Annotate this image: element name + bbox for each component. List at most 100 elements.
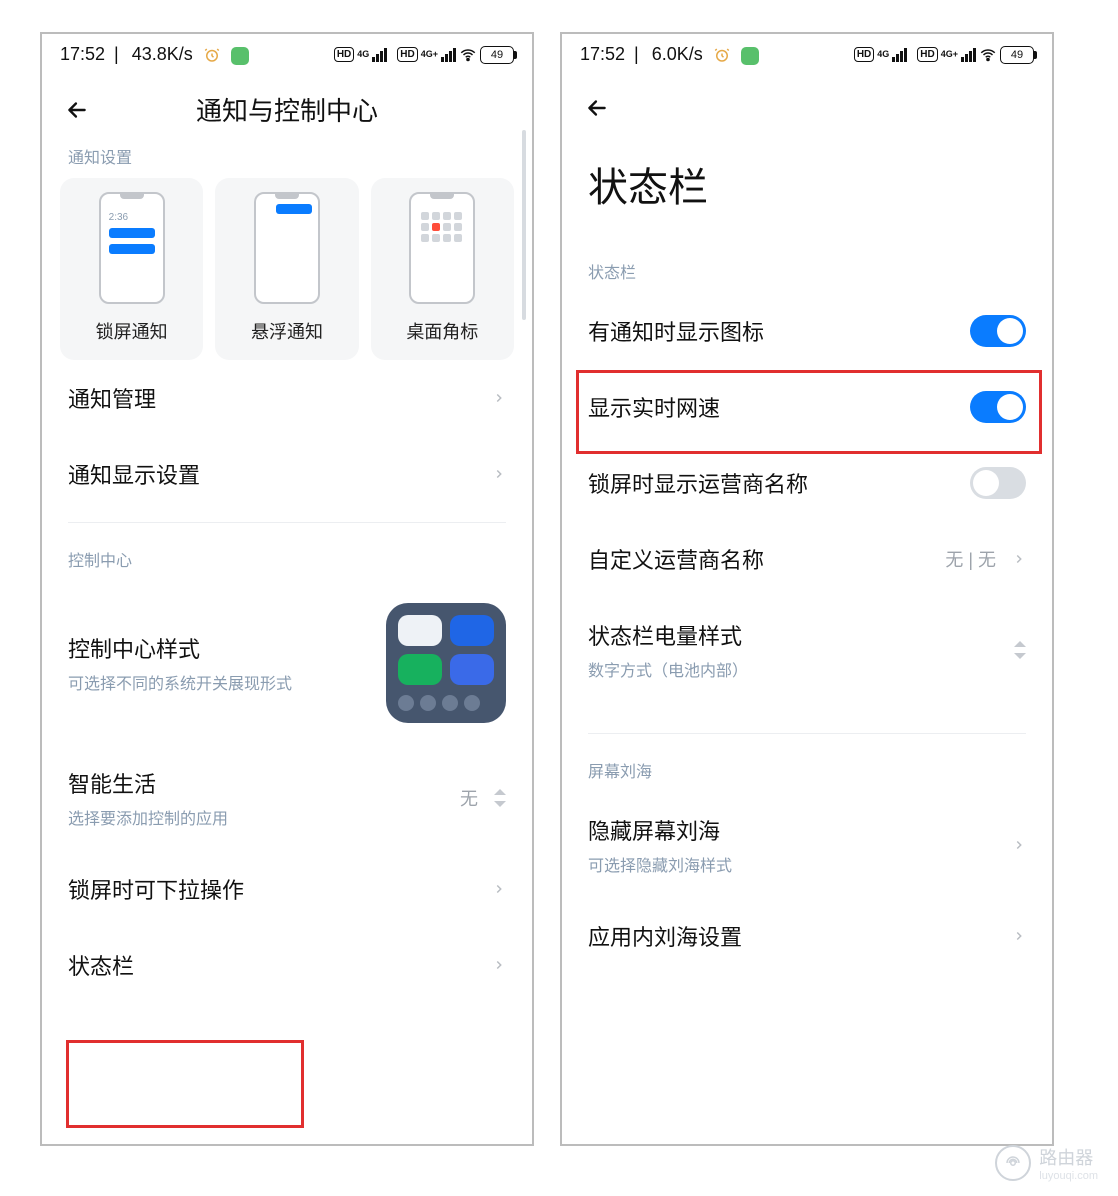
battery-level: 49 [1011, 49, 1023, 61]
signal-bars-icon-2 [441, 48, 456, 62]
card-lockscreen-notify[interactable]: 2:36 锁屏通知 [60, 178, 203, 360]
row-notify-display[interactable]: 通知显示设置 [68, 436, 506, 512]
section-control-center: 控制中心 [42, 541, 532, 581]
watermark-text: 路由器 [1039, 1148, 1093, 1168]
row-sublabel: 数字方式（电池内部） [588, 657, 748, 681]
hd-icon: HD [334, 47, 354, 62]
section-notch: 屏幕刘海 [562, 752, 1052, 792]
row-show-netspeed[interactable]: 显示实时网速 [588, 369, 1026, 445]
page-title: 状态栏 [562, 125, 1052, 253]
battery-icon: 49 [480, 46, 514, 64]
row-label: 隐藏屏幕刘海 [588, 814, 732, 846]
row-label: 自定义运营商名称 [588, 543, 764, 575]
phone-right: 17:52 | 6.0K/s HD 4G HD 4G+ 49 [560, 32, 1054, 1146]
back-button[interactable] [580, 91, 614, 125]
badge-preview-icon [409, 192, 475, 304]
status-time: 17:52 [580, 44, 625, 65]
signal-bars-icon [892, 48, 907, 62]
sort-icon [494, 789, 506, 807]
chevron-right-icon [1012, 552, 1026, 566]
lockscreen-preview-icon: 2:36 [99, 192, 165, 304]
card-label: 桌面角标 [406, 318, 478, 344]
section-status-bar: 状态栏 [562, 253, 1052, 293]
row-show-notify-icon[interactable]: 有通知时显示图标 [588, 293, 1026, 369]
row-value: 无 [460, 785, 478, 811]
toggle-show-carrier[interactable] [970, 467, 1026, 499]
row-sublabel: 可选择隐藏刘海样式 [588, 852, 732, 876]
card-badge[interactable]: 桌面角标 [371, 178, 514, 360]
divider [588, 733, 1026, 734]
status-bar: 17:52 | 6.0K/s HD 4G HD 4G+ 49 [562, 34, 1052, 71]
row-custom-carrier[interactable]: 自定义运营商名称 无 | 无 [588, 521, 1026, 597]
scrollbar[interactable] [522, 130, 526, 320]
chevron-right-icon [1012, 929, 1026, 943]
row-sublabel: 可选择不同的系统开关展现形式 [68, 670, 292, 694]
row-label: 智能生活 [68, 767, 228, 799]
row-hide-notch[interactable]: 隐藏屏幕刘海 可选择隐藏刘海样式 [588, 792, 1026, 898]
net-4g-plus-icon: 4G+ [421, 50, 438, 59]
row-show-carrier[interactable]: 锁屏时显示运营商名称 [588, 445, 1026, 521]
row-notify-manage[interactable]: 通知管理 [68, 360, 506, 436]
divider [68, 522, 506, 523]
signal-bars-icon [372, 48, 387, 62]
card-label: 悬浮通知 [251, 318, 323, 344]
net-4g-icon: 4G [357, 50, 369, 59]
net-4g-icon: 4G [877, 50, 889, 59]
row-label: 应用内刘海设置 [588, 920, 742, 952]
toggle-show-netspeed[interactable] [970, 391, 1026, 423]
page-header [562, 71, 1052, 125]
status-time: 17:52 [60, 44, 105, 65]
signal-bars-icon-2 [961, 48, 976, 62]
alarm-icon [203, 46, 221, 64]
status-netspeed: 43.8K/s [132, 44, 193, 65]
watermark: 路由器 luyouqi.com [995, 1144, 1098, 1182]
app-badge-icon [741, 47, 759, 65]
row-label: 显示实时网速 [588, 391, 720, 423]
control-center-preview-icon [386, 603, 506, 723]
alarm-icon [713, 46, 731, 64]
row-sublabel: 选择要添加控制的应用 [68, 805, 228, 829]
preview-time: 2:36 [109, 212, 128, 223]
phone-left: 17:52 | 43.8K/s HD 4G HD 4G+ 49 [40, 32, 534, 1146]
wifi-icon [979, 46, 997, 64]
page-header: 通知与控制中心 [42, 71, 532, 138]
chevron-right-icon [1012, 838, 1026, 852]
wifi-icon [459, 46, 477, 64]
net-4g-plus-icon: 4G+ [941, 50, 958, 59]
row-lockscreen-pulldown[interactable]: 锁屏时可下拉操作 [68, 851, 506, 927]
row-label: 有通知时显示图标 [588, 315, 764, 347]
status-netspeed: 6.0K/s [652, 44, 703, 65]
toggle-show-notify-icon[interactable] [970, 315, 1026, 347]
highlight-box [66, 1040, 304, 1128]
row-value: 无 | 无 [945, 546, 996, 572]
status-right: HD 4G HD 4G+ 49 [854, 46, 1034, 64]
chevron-right-icon [492, 882, 506, 896]
hd-icon: HD [854, 47, 874, 62]
watermark-sub: luyouqi.com [1039, 1170, 1098, 1182]
floating-preview-icon [254, 192, 320, 304]
page-title: 通知与控制中心 [94, 91, 480, 128]
row-cc-style[interactable]: 控制中心样式 可选择不同的系统开关展现形式 [68, 581, 506, 745]
row-smart-life[interactable]: 智能生活 选择要添加控制的应用 无 [68, 745, 506, 851]
card-floating-notify[interactable]: 悬浮通知 [215, 178, 358, 360]
row-label: 通知管理 [68, 382, 156, 414]
row-status-bar[interactable]: 状态栏 [68, 927, 506, 1003]
row-app-notch[interactable]: 应用内刘海设置 [588, 898, 1026, 974]
chevron-right-icon [492, 958, 506, 972]
card-label: 锁屏通知 [96, 318, 168, 344]
status-right: HD 4G HD 4G+ 49 [334, 46, 514, 64]
row-label: 锁屏时可下拉操作 [68, 873, 244, 905]
row-battery-style[interactable]: 状态栏电量样式 数字方式（电池内部） [588, 597, 1026, 703]
status-divider: | [109, 44, 124, 65]
row-label: 通知显示设置 [68, 458, 200, 490]
battery-icon: 49 [1000, 46, 1034, 64]
section-notification-settings: 通知设置 [42, 138, 532, 178]
chevron-right-icon [492, 467, 506, 481]
row-label: 控制中心样式 [68, 632, 292, 664]
sort-icon [1014, 641, 1026, 659]
back-button[interactable] [60, 93, 94, 127]
status-divider: | [629, 44, 644, 65]
row-label: 状态栏电量样式 [588, 619, 748, 651]
row-label: 锁屏时显示运营商名称 [588, 467, 808, 499]
status-bar: 17:52 | 43.8K/s HD 4G HD 4G+ 49 [42, 34, 532, 71]
